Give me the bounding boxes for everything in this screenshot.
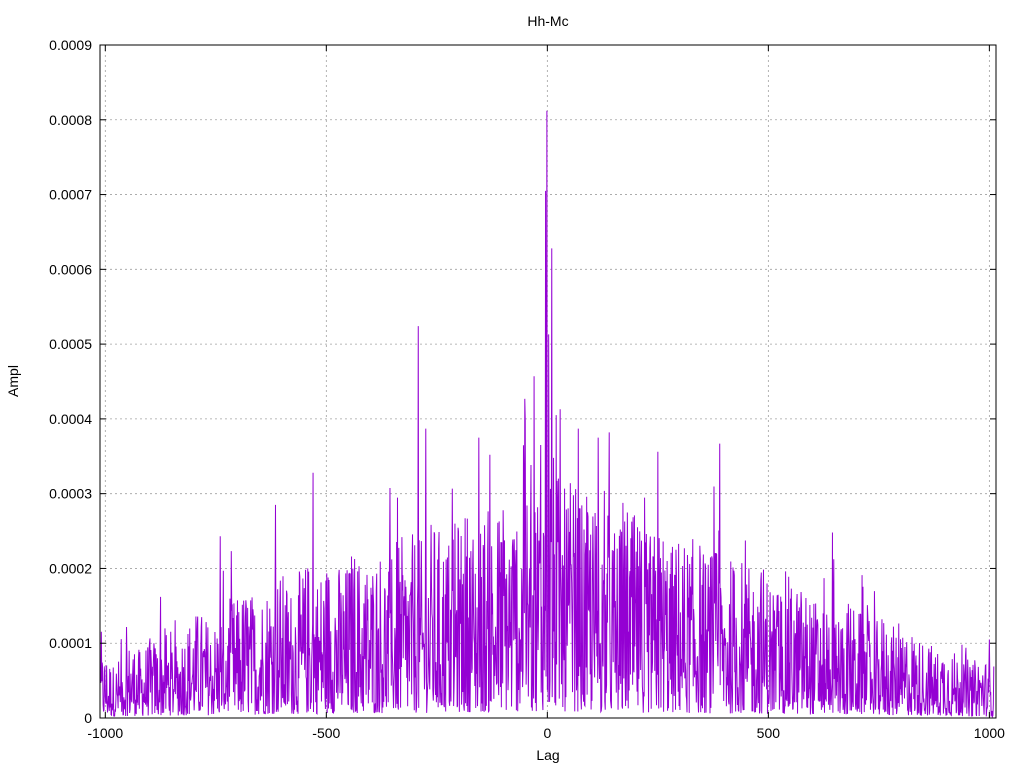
x-tick-label: -1000 — [87, 725, 123, 741]
series-layer — [100, 110, 995, 719]
y-tick-label: 0.0001 — [49, 635, 92, 651]
x-axis-label: Lag — [536, 747, 559, 763]
chart-title: Hh-Mc — [527, 13, 568, 29]
y-tick-label: 0 — [84, 710, 92, 726]
x-tick-label: 1000 — [974, 725, 1005, 741]
x-tick-label: -500 — [312, 725, 340, 741]
y-tick-label: 0.0003 — [49, 486, 92, 502]
y-tick-label: 0.0007 — [49, 187, 92, 203]
series-line — [100, 110, 995, 719]
y-axis-label: Ampl — [5, 365, 21, 397]
y-tick-label: 0.0002 — [49, 560, 92, 576]
x-tick-label: 500 — [757, 725, 781, 741]
y-tick-label: 0.0009 — [49, 37, 92, 53]
y-tick-label: 0.0008 — [49, 112, 92, 128]
y-tick-label: 0.0004 — [49, 411, 92, 427]
x-tick-label: 0 — [543, 725, 551, 741]
line-chart: Hh-Mc Lag Ampl -1000 -500 0 500 1000 0 0.0001 0… — [5, 13, 1005, 763]
y-tick-label: 0.0006 — [49, 261, 92, 277]
y-tick-label: 0.0005 — [49, 336, 92, 352]
